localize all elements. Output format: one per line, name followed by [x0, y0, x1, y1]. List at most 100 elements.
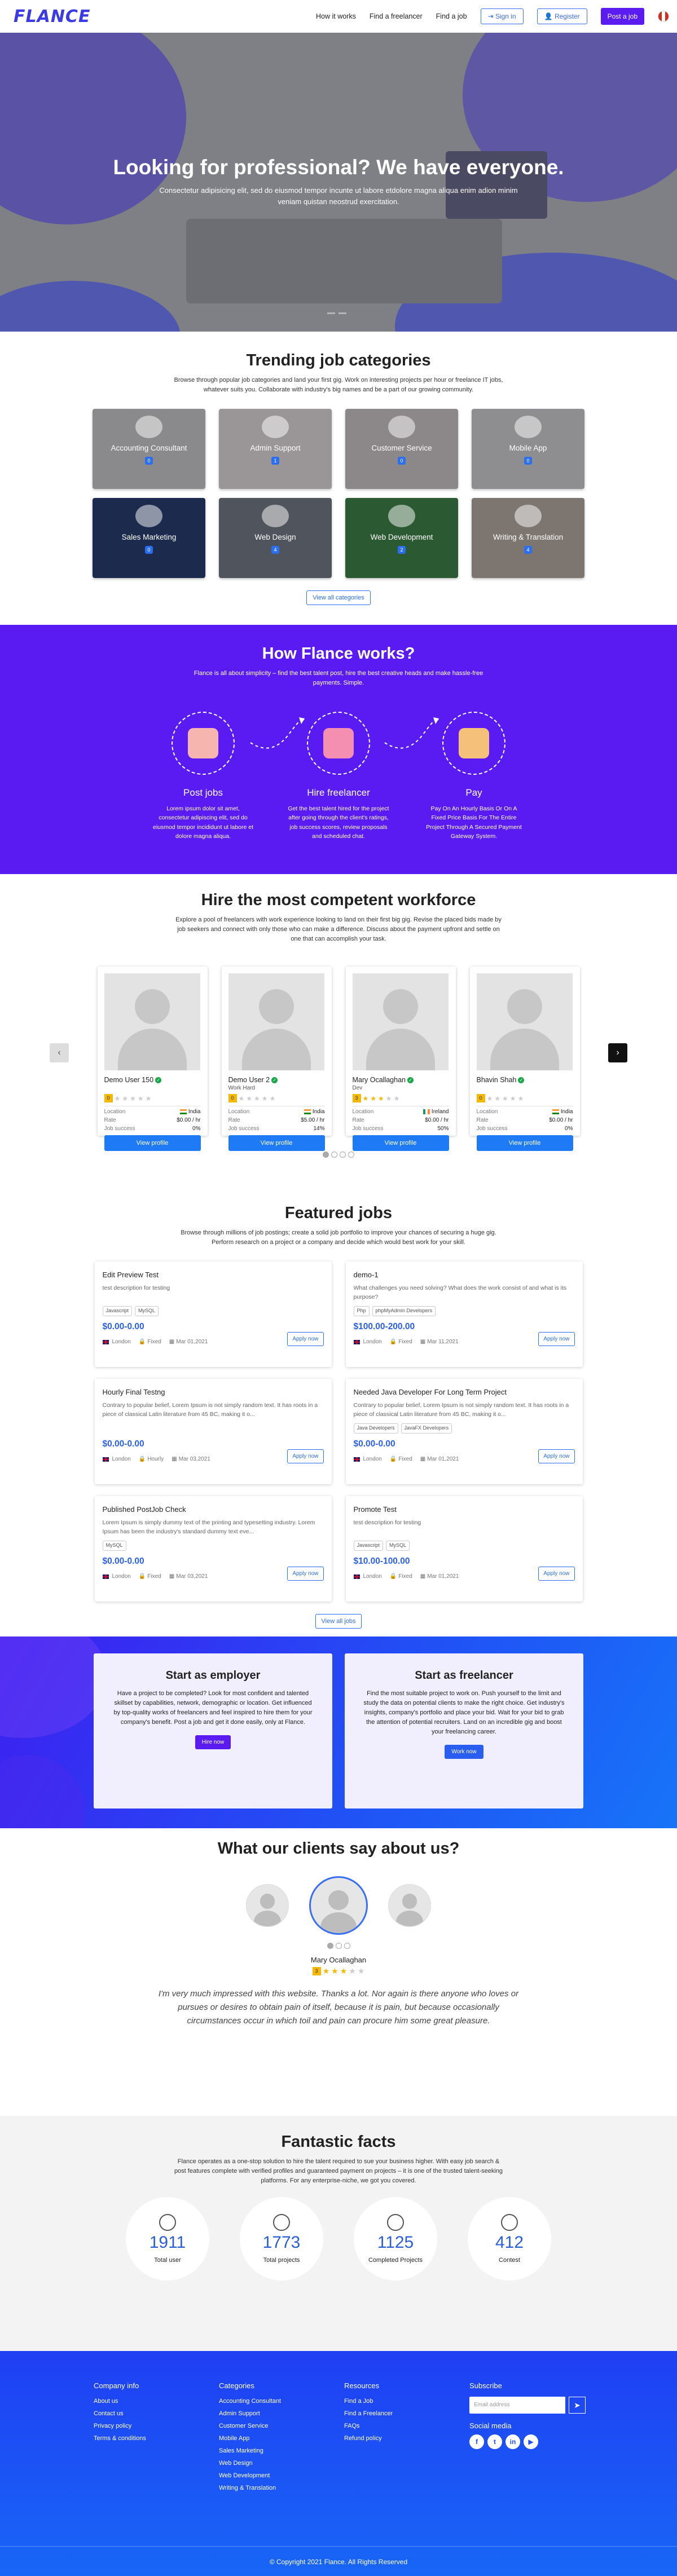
location-label: Location	[476, 1109, 498, 1115]
twitter-icon[interactable]: t	[487, 2434, 502, 2449]
job-tag[interactable]: Java Developers	[353, 1423, 398, 1434]
post-job-button[interactable]: Post a job	[600, 8, 644, 25]
job-price: $0.00-0.00	[102, 1322, 144, 1332]
location-value: India	[304, 1109, 325, 1115]
freelancer-avatar[interactable]	[476, 973, 573, 1071]
lock-icon: 🔒	[138, 1339, 146, 1346]
facts-title: Fantastic facts	[281, 2133, 396, 2151]
category-card[interactable]: Web Design 4	[219, 498, 332, 579]
footer-link-resources[interactable]: Find a Job	[344, 2398, 469, 2405]
freelancer-avatar[interactable]	[228, 973, 324, 1071]
footer-link-resources[interactable]: Find a Freelancer	[344, 2410, 469, 2417]
hire-now-button[interactable]: Hire now	[195, 1735, 231, 1750]
signin-button[interactable]: ⇥ Sign in	[480, 8, 524, 24]
apply-now-button[interactable]: Apply now	[287, 1449, 324, 1464]
freelancer-name-row: Mary Ocallaghan ✓	[353, 1076, 449, 1084]
start-circle-decor	[0, 1637, 107, 1738]
job-tag[interactable]: Php	[353, 1306, 370, 1317]
freelancer-name[interactable]: Mary Ocallaghan	[353, 1076, 406, 1084]
footer-link-categories[interactable]: Customer Service	[219, 2423, 344, 2429]
job-tag[interactable]: phpMyAdmin Developers	[372, 1306, 436, 1317]
apply-now-button[interactable]: Apply now	[538, 1449, 575, 1464]
apply-now-button[interactable]: Apply now	[287, 1332, 324, 1347]
carousel-prev-button[interactable]: ‹	[50, 1043, 69, 1062]
nav-find-freelancer[interactable]: Find a freelancer	[370, 12, 423, 20]
register-button[interactable]: 👤 Register	[537, 8, 587, 24]
category-count-badge: 0	[145, 545, 153, 554]
job-tag[interactable]: JavaFX Developers	[401, 1423, 452, 1434]
linkedin-icon[interactable]: in	[505, 2434, 520, 2449]
category-card[interactable]: Customer Service 0	[345, 409, 458, 489]
hero-slider-dots[interactable]	[327, 312, 346, 314]
date-text: Mar 01,2021	[427, 1456, 459, 1463]
footer-link-company[interactable]: Contact us	[94, 2410, 219, 2417]
job-title[interactable]: Hourly Final Testng	[103, 1388, 324, 1396]
carousel-dots[interactable]	[0, 1152, 677, 1158]
footer-link-categories[interactable]: Writing & Translation	[219, 2485, 344, 2491]
hero-title: Looking for professional? We have everyo…	[113, 156, 564, 179]
job-title[interactable]: Needed Java Developer For Long Term Proj…	[354, 1388, 575, 1396]
category-card[interactable]: Writing & Translation 4	[472, 498, 584, 579]
freelancer-name[interactable]: Demo User 150	[104, 1076, 154, 1084]
subscribe-email-input[interactable]: Email address	[469, 2397, 565, 2414]
freelancer-name[interactable]: Demo User 2	[228, 1076, 270, 1084]
logo[interactable]: FLANCE	[14, 7, 90, 27]
job-price: $0.00-0.00	[102, 1556, 144, 1567]
footer-link-categories[interactable]: Admin Support	[219, 2410, 344, 2417]
footer-link-categories[interactable]: Accounting Consultant	[219, 2398, 344, 2405]
category-card[interactable]: Admin Support 1	[219, 409, 332, 489]
client-avatar[interactable]	[246, 1884, 289, 1927]
view-all-categories-button[interactable]: View all categories	[306, 590, 371, 606]
job-tag[interactable]: Javascript	[353, 1541, 384, 1551]
view-profile-button[interactable]: View profile	[228, 1135, 325, 1152]
job-title[interactable]: Promote Test	[354, 1505, 575, 1514]
type-text: Fixed	[398, 1573, 412, 1580]
freelancer-name[interactable]: Bhavin Shah	[477, 1076, 517, 1084]
footer-link-company[interactable]: Privacy policy	[94, 2423, 219, 2429]
job-price: $100.00-200.00	[353, 1322, 415, 1332]
star-empty-icon: ★	[114, 1094, 121, 1102]
send-button[interactable]: ➤	[569, 2397, 586, 2414]
how-steps: Post jobs Lorem ipsum dolor sit amet, con…	[0, 712, 677, 841]
client-avatar-active[interactable]	[309, 1876, 368, 1935]
freelancer-avatar[interactable]	[352, 973, 449, 1071]
footer-link-categories[interactable]: Sales Marketing	[219, 2447, 344, 2454]
carousel-next-button[interactable]: ›	[608, 1043, 627, 1062]
footer-link-categories[interactable]: Web Development	[219, 2472, 344, 2479]
view-profile-button[interactable]: View profile	[352, 1135, 449, 1152]
facebook-icon[interactable]: f	[469, 2434, 484, 2449]
footer-link-resources[interactable]: FAQs	[344, 2423, 469, 2429]
nav-find-job[interactable]: Find a job	[436, 12, 467, 20]
footer-link-company[interactable]: Terms & conditions	[94, 2435, 219, 2442]
client-avatar[interactable]	[388, 1884, 431, 1927]
job-title[interactable]: Published PostJob Check	[103, 1505, 324, 1514]
job-tag[interactable]: MySQL	[102, 1541, 126, 1551]
job-tag[interactable]: MySQL	[135, 1306, 159, 1317]
view-profile-button[interactable]: View profile	[104, 1135, 201, 1152]
freelancer-avatar[interactable]	[104, 973, 200, 1071]
category-card[interactable]: Mobile App 0	[472, 409, 584, 489]
apply-now-button[interactable]: Apply now	[287, 1567, 324, 1581]
category-card[interactable]: Accounting Consultant 0	[93, 409, 205, 489]
category-card[interactable]: Web Development 2	[345, 498, 458, 579]
freelancer-name-row: Bhavin Shah ✓	[477, 1076, 573, 1084]
apply-now-button[interactable]: Apply now	[538, 1332, 575, 1347]
job-title[interactable]: Edit Preview Test	[103, 1271, 324, 1279]
job-tag[interactable]: Javascript	[102, 1306, 133, 1317]
job-tag[interactable]: MySQL	[386, 1541, 410, 1551]
footer-link-categories[interactable]: Web Design	[219, 2460, 344, 2467]
work-now-button[interactable]: Work now	[445, 1745, 483, 1759]
footer-link-resources[interactable]: Refund policy	[344, 2435, 469, 2442]
view-all-jobs-button[interactable]: View all jobs	[315, 1614, 362, 1629]
youtube-icon[interactable]: ▶	[524, 2434, 538, 2449]
view-profile-button[interactable]: View profile	[476, 1135, 573, 1152]
nav-how-it-works[interactable]: How it works	[316, 12, 356, 20]
testimonial-dots[interactable]	[0, 1943, 677, 1949]
category-card[interactable]: Sales Marketing 0	[93, 498, 205, 579]
footer-link-categories[interactable]: Mobile App	[219, 2435, 344, 2442]
projects-icon	[273, 2214, 290, 2231]
apply-now-button[interactable]: Apply now	[538, 1567, 575, 1581]
job-title[interactable]: demo-1	[354, 1271, 575, 1279]
canada-flag-icon[interactable]	[658, 11, 669, 22]
footer-link-company[interactable]: About us	[94, 2398, 219, 2405]
